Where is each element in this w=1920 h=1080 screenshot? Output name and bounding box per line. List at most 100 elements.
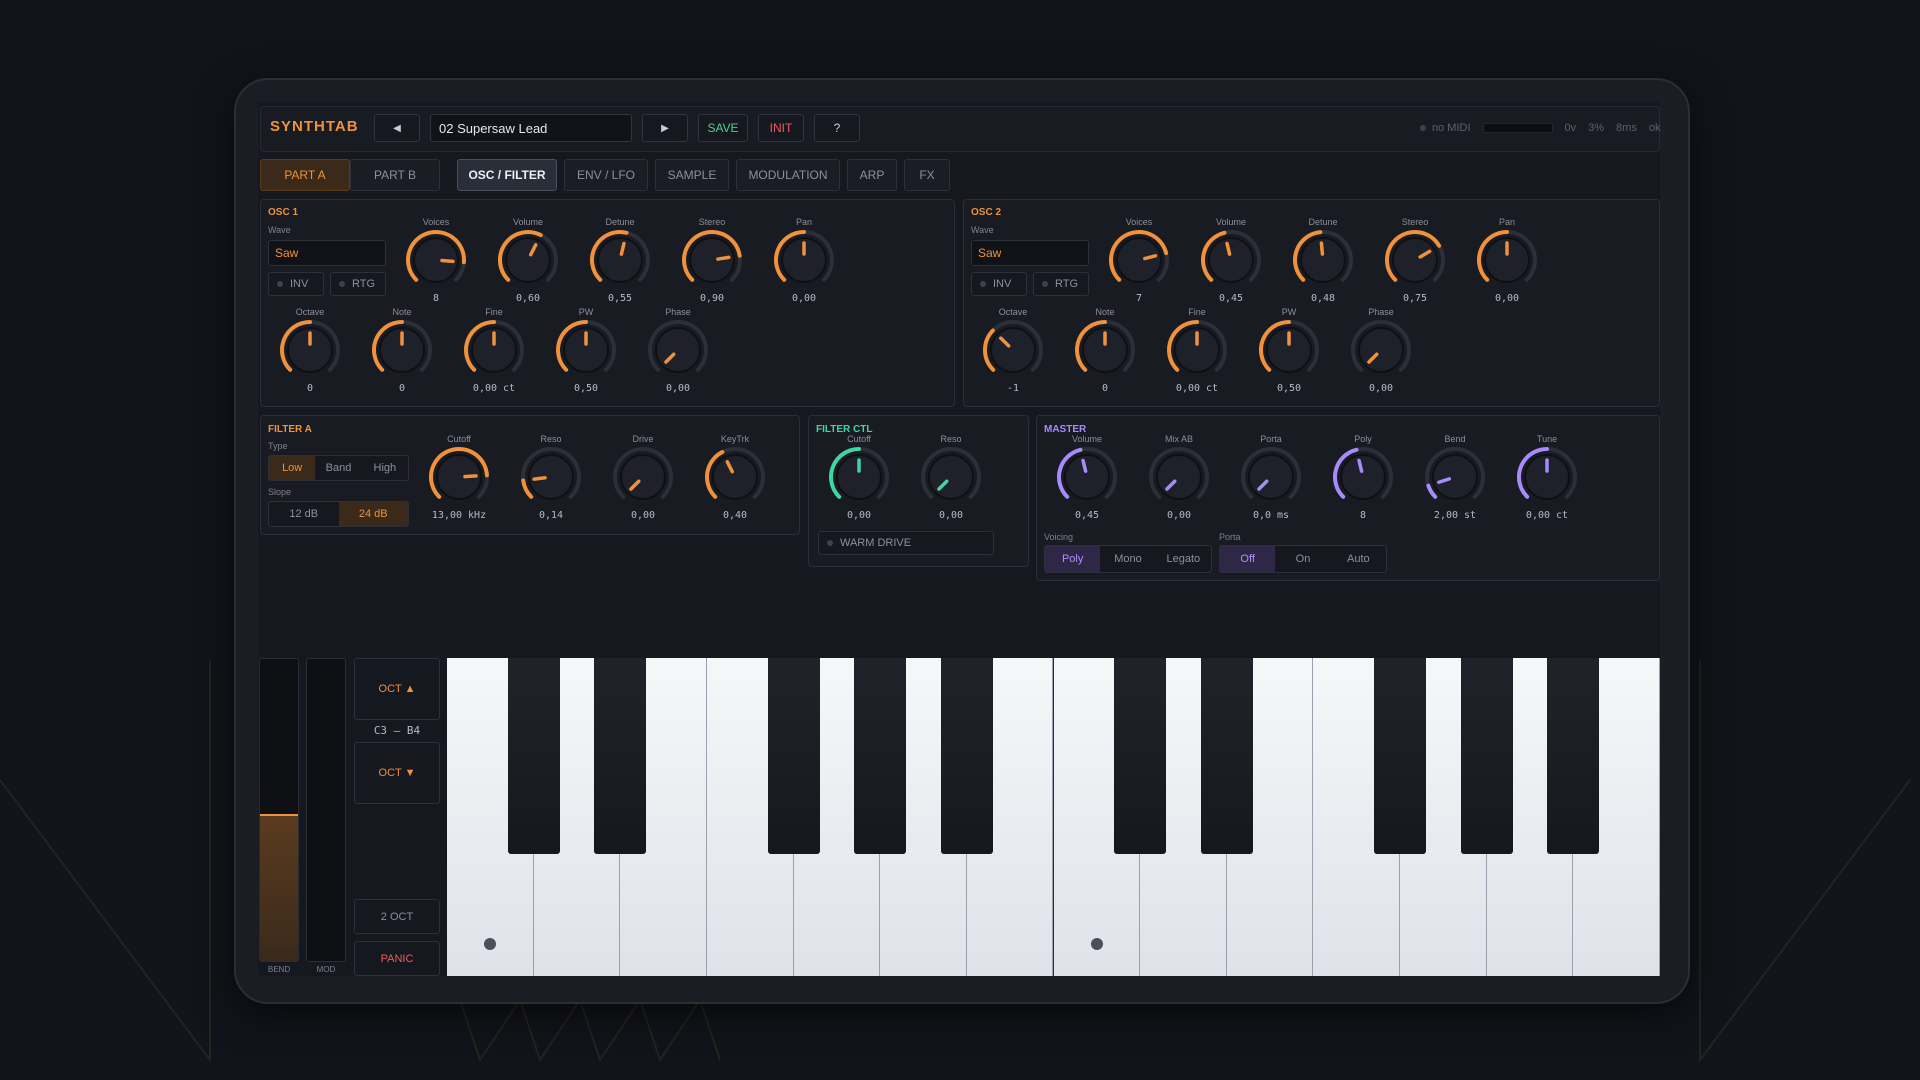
knob-body [1358,327,1404,373]
knob-label: Drive [632,434,654,444]
master-knob-mix-ab[interactable]: Mix AB 0,00 [1139,434,1219,521]
voicing-legato[interactable]: Legato [1156,546,1211,572]
filter-slope-12db[interactable]: 12 dB [269,502,339,526]
osc2-inv-toggle[interactable]: INV [971,272,1027,296]
black-key[interactable] [1460,658,1513,854]
black-key[interactable] [594,658,647,854]
osc2-knob-fine[interactable]: Fine 0,00 ct [1157,307,1237,394]
porta-on[interactable]: On [1275,546,1330,572]
tab-part-a[interactable]: PART A [260,159,350,191]
init-button[interactable]: INIT [758,114,804,142]
knob-dial [1201,230,1261,283]
filter-type-low[interactable]: Low [269,456,316,480]
filter-type-high[interactable]: High [362,456,408,480]
osc2-knob-stereo[interactable]: Stereo 0,75 [1375,217,1455,304]
knob-dial [498,230,558,283]
filter-a-knob-drive[interactable]: Drive 0,00 [603,434,683,521]
master-knob-bend[interactable]: Bend 2,00 st [1415,434,1495,521]
knob-body [990,327,1036,373]
prev-preset-button[interactable]: ◀ [374,114,420,142]
panic-button[interactable]: PANIC [354,941,440,976]
osc1-knob-octave[interactable]: Octave 0 [270,307,350,394]
osc2-knob-pan[interactable]: Pan 0,00 [1467,217,1547,304]
octave-up-button[interactable]: OCT ▲ [354,658,440,720]
osc1-knob-note[interactable]: Note 0 [362,307,442,394]
tab-part-b[interactable]: PART B [350,159,440,191]
master-knob-poly[interactable]: Poly 8 [1323,434,1403,521]
tab-osc-filter[interactable]: OSC / FILTER [457,159,557,191]
osc1-knob-pan[interactable]: Pan 0,00 [764,217,844,304]
knob-label: Cutoff [847,434,871,444]
midi-status: no MIDI [1432,122,1471,134]
porta-auto[interactable]: Auto [1331,546,1386,572]
knob-value: 0,00 [938,510,964,521]
osc1-inv-toggle[interactable]: INV [268,272,324,296]
help-button[interactable]: ? [814,114,860,142]
osc2-knob-phase[interactable]: Phase 0,00 [1341,307,1421,394]
osc1-wave-select[interactable]: Saw [268,240,386,266]
voicing-poly[interactable]: Poly [1045,546,1101,572]
osc2-rtg-toggle[interactable]: RTG [1033,272,1089,296]
two-octave-button[interactable]: 2 OCT [354,899,440,934]
save-button[interactable]: SAVE [698,114,748,142]
osc2-knob-detune[interactable]: Detune 0,48 [1283,217,1363,304]
knob-body [505,237,551,283]
mod-label: MOD [316,965,336,974]
octave-down-button[interactable]: OCT ▼ [354,742,440,804]
black-key[interactable] [854,658,907,854]
filter-a-title: FILTER A [268,424,312,435]
midi-indicator-icon [1420,125,1426,131]
knob-label: Poly [1354,434,1372,444]
voltage-status: 0v [1564,122,1577,134]
osc1-knob-voices[interactable]: Voices 8 [396,217,476,304]
osc2-knob-note[interactable]: Note 0 [1065,307,1145,394]
knob-value: 0,48 [1310,293,1336,304]
knob-label: Reso [940,434,962,444]
osc1-rtg-toggle[interactable]: RTG [330,272,386,296]
osc1-knob-phase[interactable]: Phase 0,00 [638,307,718,394]
tab-env-lfo[interactable]: ENV / LFO [564,159,648,191]
filter-slope-24db[interactable]: 24 dB [338,502,408,526]
filter-ctl-knob-cutoff[interactable]: Cutoff 0,00 [819,434,899,521]
black-key[interactable] [1547,658,1600,854]
osc2-wave-select[interactable]: Saw [971,240,1089,266]
osc1-knob-pw[interactable]: PW 0,50 [546,307,626,394]
mod-wheel[interactable] [306,658,346,962]
master-knob-volume[interactable]: Volume 0,45 [1047,434,1127,521]
osc2-knob-octave[interactable]: Octave -1 [973,307,1053,394]
knob-dial [429,447,489,500]
master-knob-tune[interactable]: Tune 0,00 ct [1507,434,1587,521]
filter-a-knob-reso[interactable]: Reso 0,14 [511,434,591,521]
tab-arp[interactable]: ARP [847,159,897,191]
knob-label: Octave [998,307,1028,317]
filter-a-knob-cutoff[interactable]: Cutoff 13,00 kHz [419,434,499,521]
tab-sample[interactable]: SAMPLE [655,159,729,191]
filter-type-band[interactable]: Band [315,456,361,480]
tab-fx[interactable]: FX [904,159,950,191]
preset-name-field[interactable]: 02 Supersaw Lead [430,114,632,142]
warm-drive-toggle[interactable]: WARM DRIVE [818,531,994,555]
bend-wheel[interactable] [259,658,299,962]
osc1-knob-detune[interactable]: Detune 0,55 [580,217,660,304]
next-preset-button[interactable]: ▶ [642,114,688,142]
black-key[interactable] [767,658,820,854]
osc1-knob-stereo[interactable]: Stereo 0,90 [672,217,752,304]
black-key[interactable] [940,658,993,854]
osc1-knob-volume[interactable]: Volume 0,60 [488,217,568,304]
filter-a-knob-keytrk[interactable]: KeyTrk 0,40 [695,434,775,521]
filter-ctl-knob-reso[interactable]: Reso 0,00 [911,434,991,521]
osc2-inv-label: INV [993,278,1012,290]
porta-off[interactable]: Off [1220,546,1276,572]
black-key[interactable] [507,658,560,854]
voicing-mono[interactable]: Mono [1100,546,1155,572]
knob-value: 0,00 [630,510,656,521]
black-key[interactable] [1374,658,1427,854]
black-key[interactable] [1200,658,1253,854]
tab-modulation[interactable]: MODULATION [736,159,840,191]
osc2-knob-pw[interactable]: PW 0,50 [1249,307,1329,394]
osc1-knob-fine[interactable]: Fine 0,00 ct [454,307,534,394]
osc2-knob-volume[interactable]: Volume 0,45 [1191,217,1271,304]
master-knob-porta[interactable]: Porta 0,0 ms [1231,434,1311,521]
osc2-knob-voices[interactable]: Voices 7 [1099,217,1179,304]
black-key[interactable] [1114,658,1167,854]
